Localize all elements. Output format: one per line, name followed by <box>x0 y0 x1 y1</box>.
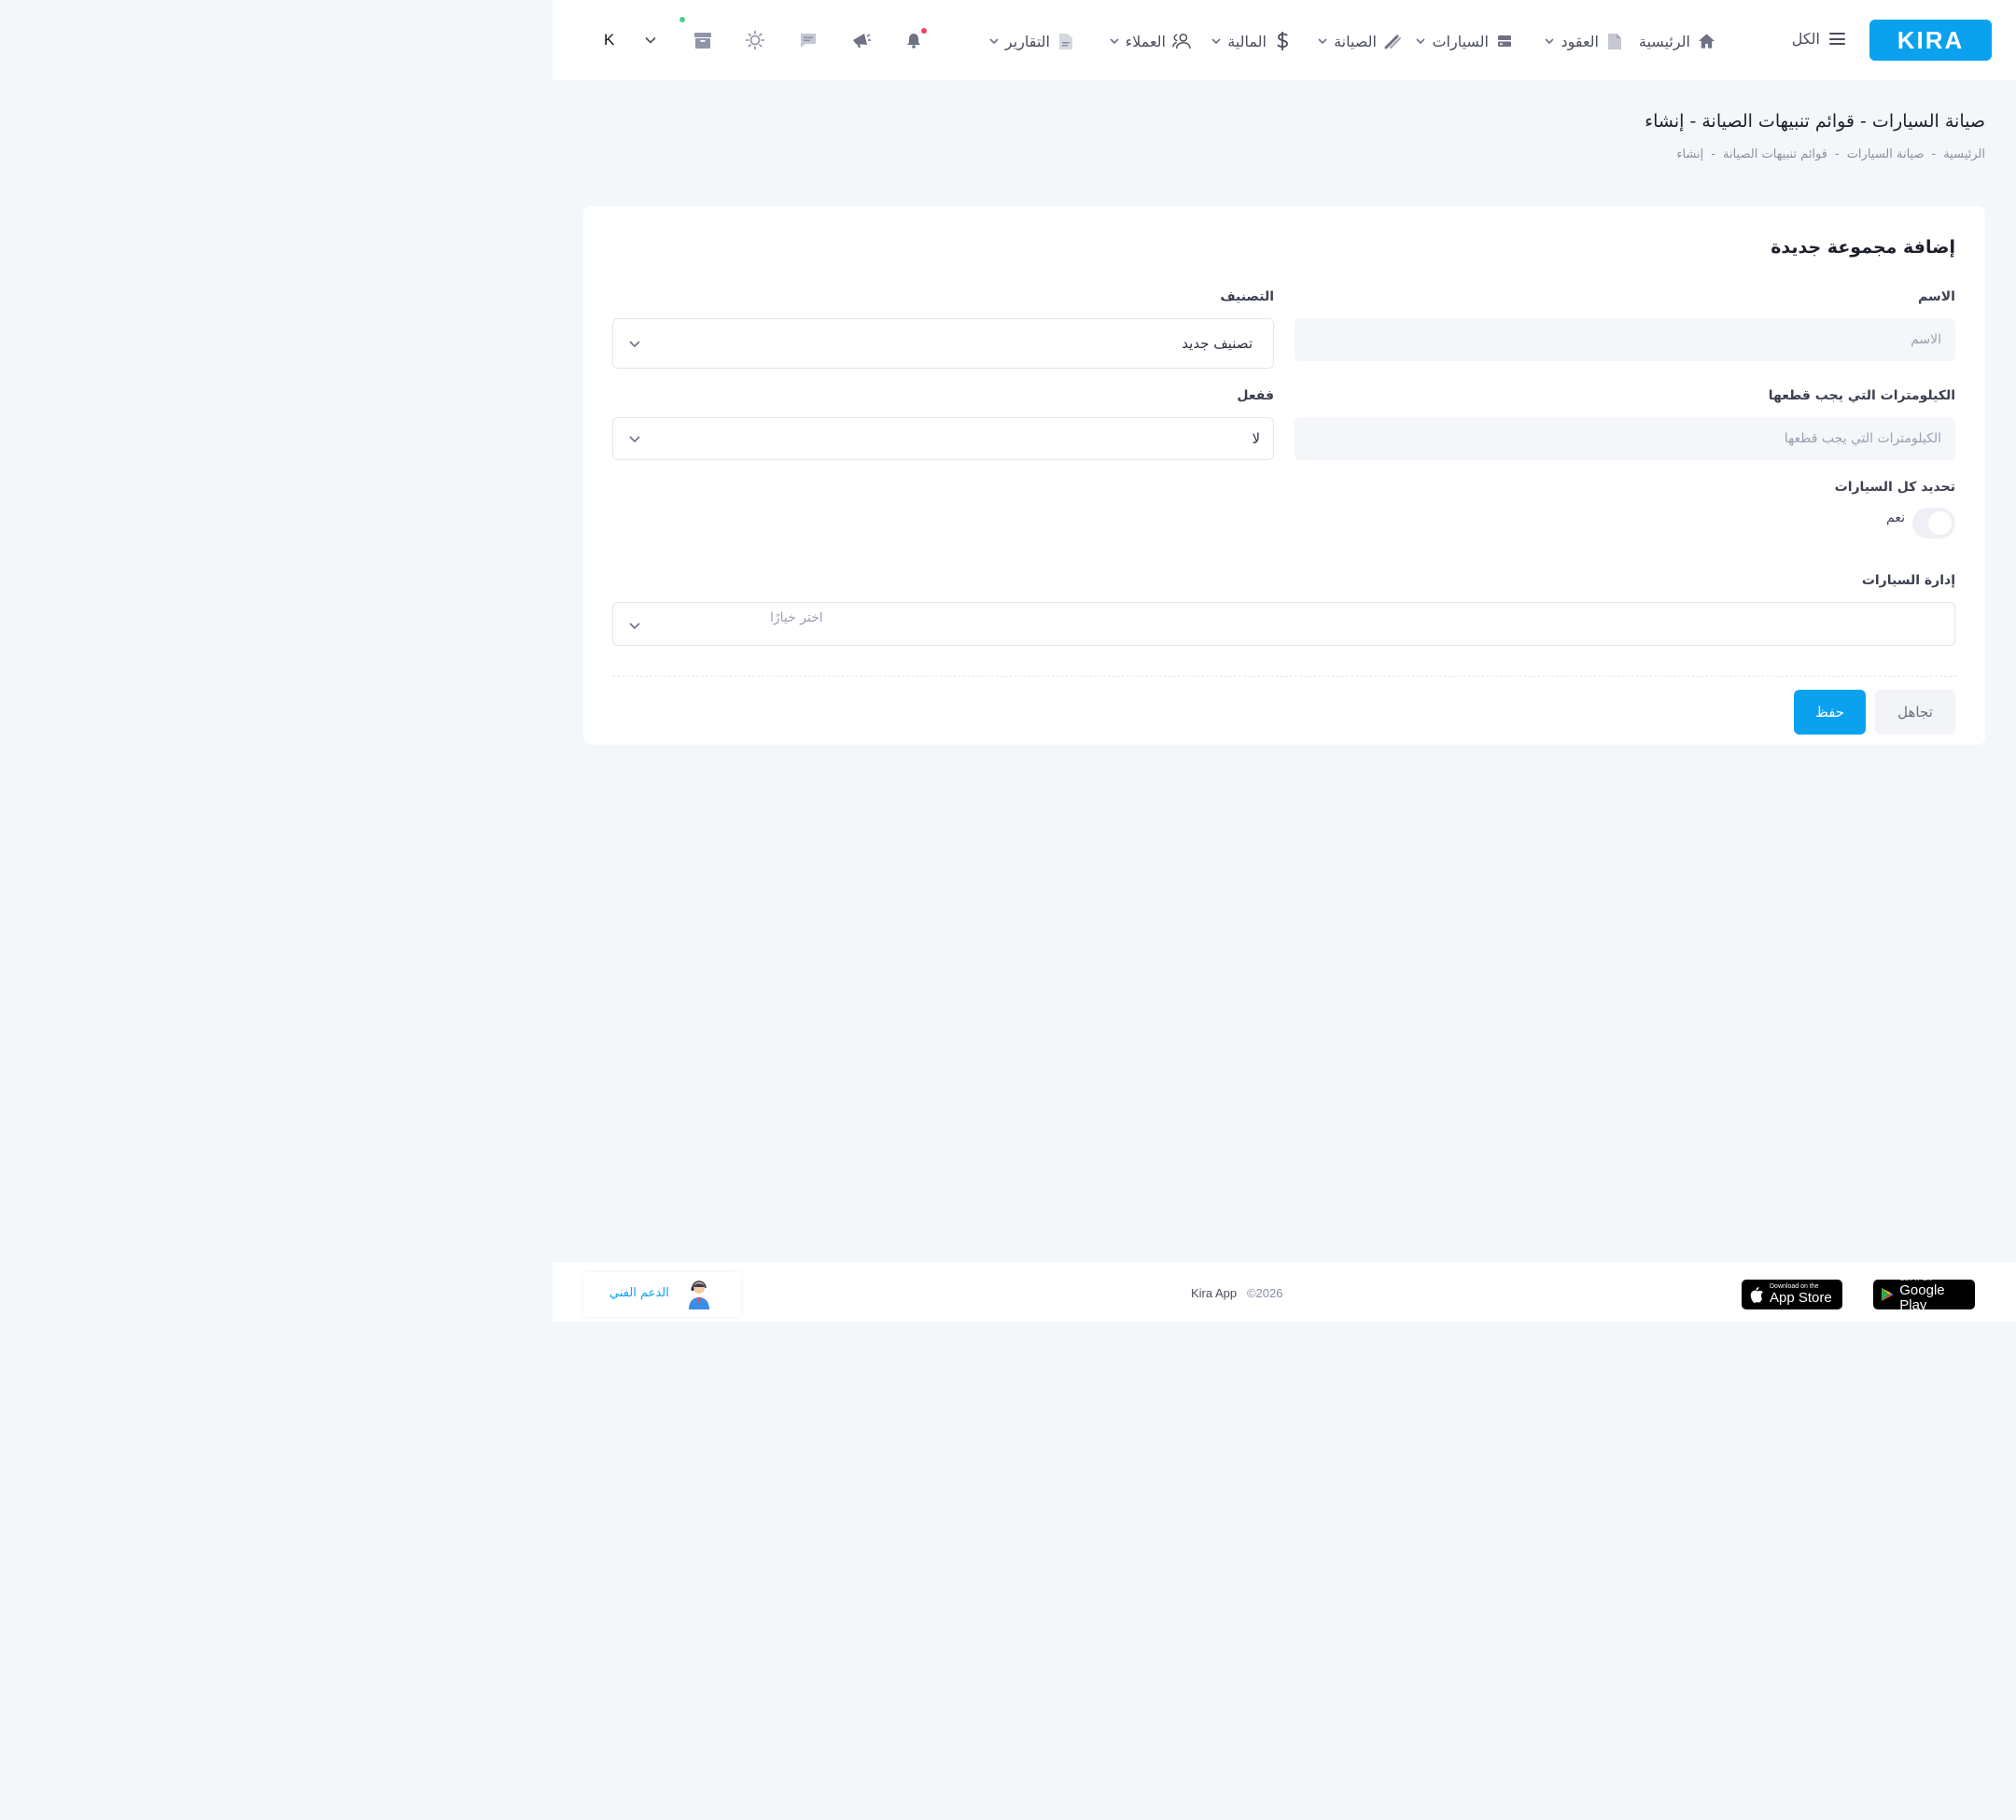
breadcrumb-home[interactable]: الرئيسية <box>1943 147 1985 161</box>
copyright: Kira App ©2026 <box>1191 1286 1283 1300</box>
report-icon <box>1057 32 1075 50</box>
chevron-down-icon <box>628 337 641 350</box>
select-all-cars-label: تحديد كل السيارات <box>1834 480 1955 495</box>
chevron-down-icon <box>628 432 641 445</box>
google-play-badge[interactable]: GET IT ON Google Play <box>1873 1276 1975 1313</box>
app-store-badge[interactable]: Download on the App Store <box>1742 1280 1842 1309</box>
car-management-placeholder: اختر خيارًا <box>770 610 823 625</box>
page-title: صيانة السيارات - قوائم تنبيهات الصيانة -… <box>1645 111 1985 132</box>
sun-icon <box>745 30 765 50</box>
theme-toggle-button[interactable] <box>743 28 767 52</box>
enabled-selected-value: لا <box>1252 430 1260 447</box>
category-select[interactable]: تصنيف جديد <box>612 318 1274 369</box>
select-all-cars-option: نعم <box>1886 511 1905 525</box>
nav-label-cars: السيارات <box>1432 32 1489 50</box>
notifications-button[interactable] <box>902 28 927 52</box>
toggle-knob <box>1928 511 1952 535</box>
user-avatar[interactable]: K <box>604 31 614 49</box>
category-label: التصنيف <box>1220 289 1274 304</box>
breadcrumb-maintenance-alert-lists[interactable]: قوائم تنبيهات الصيانة <box>1723 147 1827 161</box>
name-input[interactable] <box>1295 318 1955 361</box>
messages-button[interactable] <box>796 28 820 52</box>
user-menu-toggle[interactable] <box>638 28 663 52</box>
online-dot <box>679 17 685 22</box>
save-button[interactable]: حفظ <box>1794 690 1866 735</box>
nav-item-maintenance[interactable]: الصيانة <box>1318 28 1402 54</box>
menu-all-label: الكل <box>1791 30 1820 48</box>
breadcrumb-separator: - <box>1711 147 1715 161</box>
dollar-icon <box>1273 32 1292 50</box>
support-agent-icon <box>689 1281 709 1309</box>
app-store-bottom-text: App Store <box>1770 1290 1832 1306</box>
chevron-down-icon <box>1110 36 1119 46</box>
nav-item-reports[interactable]: التقارير <box>989 28 1075 54</box>
hamburger-icon <box>1829 33 1845 45</box>
chevron-down-icon <box>1318 36 1327 46</box>
chevron-down-icon <box>645 36 656 44</box>
nav-item-home[interactable]: الرئيسية <box>1639 28 1715 54</box>
breadcrumb-car-maintenance[interactable]: صيانة السيارات <box>1847 147 1925 161</box>
car-management-label: إدارة السيارات <box>1861 573 1955 588</box>
nav-label-finance: المالية <box>1227 32 1267 50</box>
apple-icon <box>1750 1286 1763 1303</box>
wrench-icon <box>1383 32 1402 50</box>
box-icon <box>694 33 711 49</box>
users-icon <box>1172 32 1191 50</box>
technical-support-button[interactable]: الدعم الفني <box>583 1272 741 1317</box>
menu-all-button[interactable]: الكل <box>1792 30 1845 48</box>
car-icon <box>1495 32 1514 50</box>
google-play-icon <box>1881 1287 1894 1302</box>
select-all-cars-toggle[interactable] <box>1912 508 1955 539</box>
nav-item-customers[interactable]: العملاء <box>1110 28 1191 54</box>
chat-icon <box>801 34 816 48</box>
announcements-button[interactable] <box>849 28 874 52</box>
breadcrumb-separator: - <box>1834 147 1840 161</box>
bell-icon <box>907 34 920 49</box>
nav-item-cars[interactable]: السيارات <box>1416 28 1514 54</box>
enabled-label: ففعل <box>1237 388 1274 403</box>
chevron-down-icon <box>628 619 641 632</box>
google-play-bottom-text: Google Play <box>1899 1282 1945 1313</box>
app-name[interactable]: Kira App <box>1191 1286 1237 1300</box>
nav-label-maintenance: الصيانة <box>1334 32 1377 50</box>
chevron-down-icon <box>1211 36 1221 46</box>
nav-label-home: الرئيسية <box>1638 32 1690 50</box>
footer: GET IT ON Google Play Download on the Ap… <box>553 1262 2016 1322</box>
chevron-down-icon <box>1545 36 1555 46</box>
megaphone-icon <box>853 34 871 48</box>
cancel-button[interactable]: تجاهل <box>1875 690 1955 735</box>
nav-item-finance[interactable]: المالية <box>1211 28 1292 54</box>
top-navbar: KIRA الكل الرئيسية العقود السيارات الصيا… <box>553 0 2016 81</box>
breadcrumb-create: إنشاء <box>1676 147 1704 161</box>
form-title: إضافة مجموعة جديدة <box>1771 237 1955 258</box>
chevron-down-icon <box>1416 36 1426 46</box>
kilometers-label: الكيلومترات التي يجب قطعها <box>1768 388 1955 403</box>
copyright-year: ©2026 <box>1247 1286 1283 1300</box>
car-management-select[interactable]: اختر خيارًا <box>612 602 1955 646</box>
name-label: الاسم <box>1918 289 1955 304</box>
kilometers-input[interactable] <box>1295 417 1955 460</box>
breadcrumb-separator: - <box>1931 147 1937 161</box>
document-icon <box>1605 32 1624 50</box>
box-button[interactable] <box>679 17 715 52</box>
enabled-select[interactable]: لا <box>612 417 1274 460</box>
nav-label-contracts: العقود <box>1561 32 1599 50</box>
nav-item-contracts[interactable]: العقود <box>1545 28 1624 54</box>
form-divider <box>612 676 1956 677</box>
chevron-down-icon <box>989 36 999 46</box>
breadcrumb: الرئيسية - صيانة السيارات - قوائم تنبيها… <box>1676 147 1985 161</box>
kira-logo[interactable]: KIRA <box>1869 20 1992 61</box>
support-label: الدعم الفني <box>609 1286 669 1300</box>
home-icon <box>1697 32 1715 50</box>
notification-dot <box>921 28 927 34</box>
category-selected-value: تصنيف جديد <box>1182 335 1253 352</box>
nav-label-reports: التقارير <box>1004 32 1050 50</box>
create-group-card: إضافة مجموعة جديدة الاسم التصنيف تصنيف ج… <box>583 206 1985 745</box>
nav-label-customers: العملاء <box>1125 32 1166 50</box>
